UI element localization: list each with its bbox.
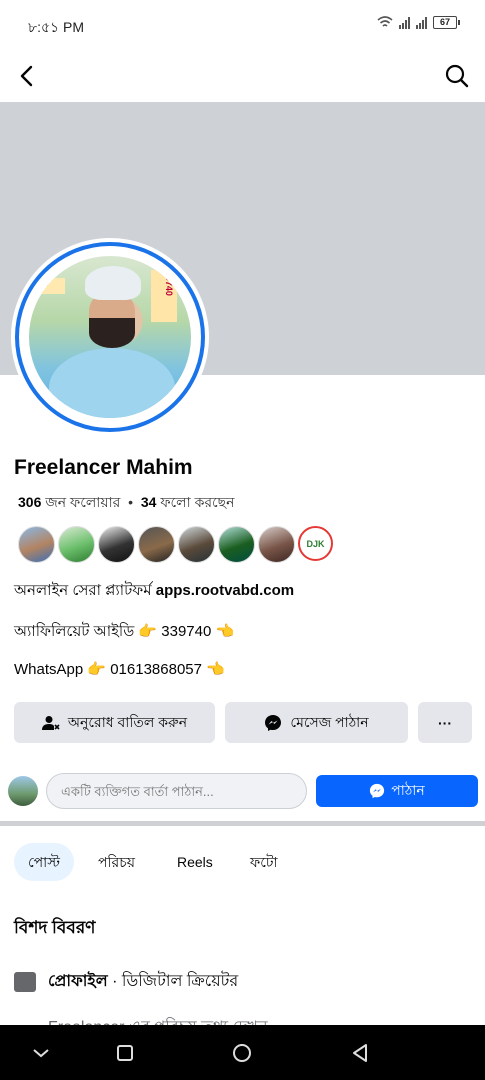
photo-sign-right: ৬9740 xyxy=(151,270,177,322)
profile-image: der ৬9740 xyxy=(29,256,191,418)
profile-photo[interactable]: der ৬9740 xyxy=(11,238,209,436)
home-icon[interactable] xyxy=(230,1041,254,1065)
tab-photos[interactable]: ফটো xyxy=(250,843,278,881)
stats-separator: • xyxy=(128,494,134,510)
status-bar: ৮:৫১ PM 67 xyxy=(0,0,485,50)
photo-sign-left: der xyxy=(35,278,65,294)
cancel-request-button[interactable]: অনুরোধ বাতিল করুন xyxy=(14,702,215,743)
recents-icon[interactable] xyxy=(113,1041,137,1065)
bio-line-2: অ্যাফিলিয়েট আইডি 👉 339740 👈 xyxy=(14,623,235,640)
bio-line-1: অনলাইন সেরা প্ল্যাটফর্ম apps.rootvabd.co… xyxy=(14,579,294,604)
photo-beard xyxy=(89,318,135,348)
battery-icon: 67 xyxy=(433,16,460,29)
story-ring: der ৬9740 xyxy=(15,242,205,432)
messenger-icon xyxy=(370,783,385,799)
followers-label[interactable]: জন ফলোয়ার xyxy=(45,494,120,510)
friend-avatar[interactable] xyxy=(218,526,255,563)
profile-card-icon xyxy=(14,971,36,992)
viewer-avatar xyxy=(8,776,38,806)
detail-profile: প্রোফাইল · ডিজিটাল ক্রিয়েটর xyxy=(14,968,238,995)
more-dots-icon: ··· xyxy=(438,714,452,731)
follow-stats: 306 জন ফলোয়ার • 34 ফলো করছেন xyxy=(18,491,235,515)
friend-avatar[interactable] xyxy=(58,526,95,563)
followers-count[interactable]: 306 xyxy=(18,494,41,510)
friend-avatar[interactable] xyxy=(18,526,55,563)
photo-cap xyxy=(85,266,141,300)
search-icon[interactable] xyxy=(443,62,471,90)
friend-avatar-logo[interactable]: DJK xyxy=(298,526,333,561)
friend-avatar[interactable] xyxy=(98,526,135,563)
messenger-icon xyxy=(265,714,282,731)
bio-line-3: WhatsApp 👉 01613868057 👈 xyxy=(14,661,225,678)
chevron-down-icon[interactable] xyxy=(29,1041,53,1065)
status-time: ৮:৫১ PM xyxy=(28,19,85,35)
cancel-request-label: অনুরোধ বাতিল করুন xyxy=(67,713,188,730)
signal-2-icon xyxy=(416,16,427,29)
signal-icon xyxy=(399,16,410,29)
detail-profile-value: · ডিজিটাল ক্রিয়েটর xyxy=(107,973,239,990)
details-title: বিশদ বিবরণ xyxy=(14,918,96,937)
detail-profile-label: প্রোফাইল xyxy=(48,973,108,990)
more-options-button[interactable]: ··· xyxy=(418,702,472,743)
friend-avatar[interactable] xyxy=(258,526,295,563)
message-label: মেসেজ পাঠান xyxy=(290,713,369,730)
profile-name: Freelancer Mahim xyxy=(14,456,193,479)
wifi-icon xyxy=(377,16,393,27)
send-button[interactable]: পাঠান xyxy=(316,775,478,807)
back-arrow-icon[interactable] xyxy=(14,62,42,90)
friend-avatar[interactable] xyxy=(178,526,215,563)
send-label: পাঠান xyxy=(391,782,425,798)
following-count[interactable]: 34 xyxy=(141,494,157,510)
user-cancel-icon xyxy=(41,715,60,730)
following-label[interactable]: ফলো করছেন xyxy=(160,494,234,510)
bio-line-1-text: অনলাইন সেরা প্ল্যাটফর্ম xyxy=(14,582,156,599)
tab-reels[interactable]: Reels xyxy=(177,843,213,881)
message-button[interactable]: মেসেজ পাঠান xyxy=(225,702,408,743)
top-nav xyxy=(0,50,485,102)
tab-about[interactable]: পরিচয় xyxy=(98,843,135,881)
back-triangle-icon[interactable] xyxy=(348,1041,372,1065)
friend-logo-text: DJK xyxy=(306,538,325,549)
bio-link[interactable]: apps.rootvabd.com xyxy=(156,582,294,599)
status-icons: 67 xyxy=(377,16,460,29)
tab-posts[interactable]: পোস্ট xyxy=(14,843,74,881)
friend-avatar[interactable] xyxy=(138,526,175,563)
photo-body xyxy=(49,348,175,418)
section-divider xyxy=(0,821,485,826)
private-message-input[interactable] xyxy=(46,773,307,809)
system-nav-bar xyxy=(0,1025,485,1080)
friend-avatars: DJK xyxy=(18,526,333,563)
